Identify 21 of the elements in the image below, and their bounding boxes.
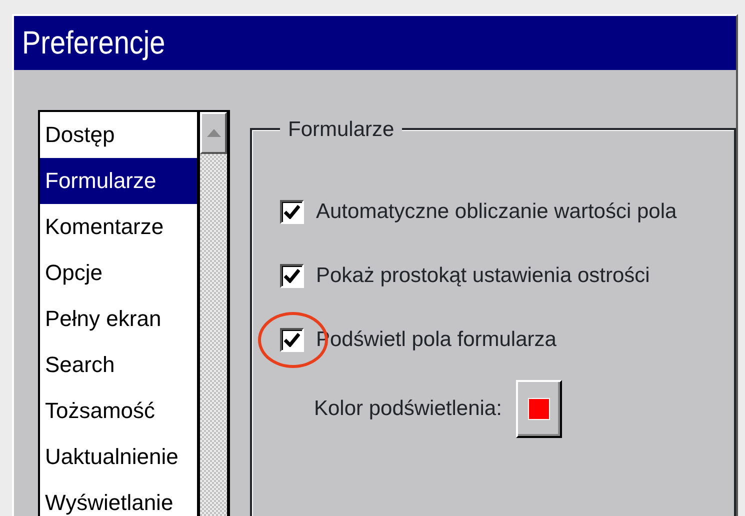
list-item[interactable]: Tożsamość [40, 388, 197, 434]
window-title: Preferencje [22, 24, 166, 62]
checkbox[interactable] [280, 200, 304, 224]
checkbox-label[interactable]: Automatyczne obliczanie wartości pola [316, 196, 677, 228]
list-item[interactable]: Formularze [40, 158, 197, 204]
list-item[interactable]: Search [40, 342, 197, 388]
category-list[interactable]: Dostęp Formularze Komentarze Opcje Pełny ekran Search Tożsamość Uaktualnienie Wyświetlanie [38, 110, 230, 516]
checkbox[interactable] [280, 328, 304, 352]
list-item[interactable]: Pełny ekran [40, 296, 197, 342]
up-arrow-icon [206, 129, 220, 137]
list-item[interactable]: Dostęp [40, 112, 197, 158]
list-item[interactable]: Wyświetlanie [40, 480, 197, 516]
color-label: Kolor podświetlenia: [314, 396, 502, 422]
list-item[interactable]: Komentarze [40, 204, 197, 250]
scrollbar[interactable] [197, 112, 227, 516]
checkbox-label[interactable]: Pokaż prostokąt ustawienia ostrości [316, 260, 650, 292]
checkbox[interactable] [280, 264, 304, 288]
list-item[interactable]: Uaktualnienie [40, 434, 197, 480]
color-picker-button[interactable] [516, 380, 562, 438]
list-item[interactable]: Opcje [40, 250, 197, 296]
scroll-up-button[interactable] [200, 112, 227, 154]
